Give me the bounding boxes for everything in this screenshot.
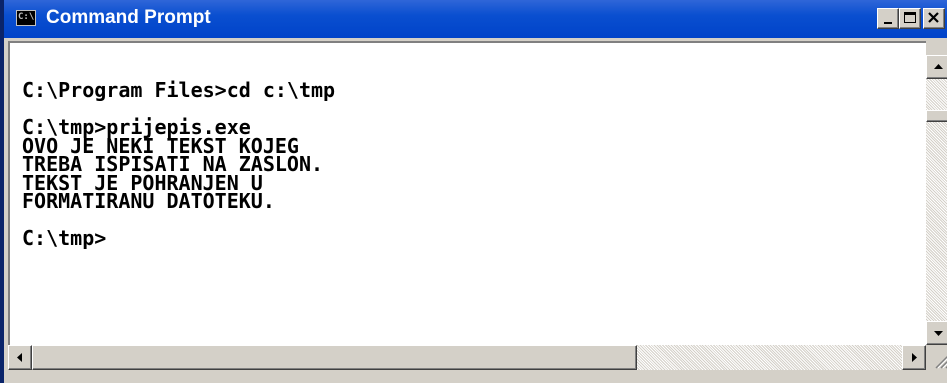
resize-grip-icon	[935, 355, 947, 369]
scroll-right-button[interactable]	[902, 345, 926, 370]
maximize-button[interactable]	[899, 8, 921, 29]
console-line: FORMATIRANU DATOTEKU.	[22, 189, 275, 213]
command-prompt-window: C:\ Command Prompt C:\Program Files>cd c…	[0, 0, 947, 383]
console-line: C:\tmp>	[22, 226, 107, 250]
command-prompt-icon[interactable]: C:\	[16, 10, 36, 26]
horizontal-scroll-thumb[interactable]	[32, 345, 637, 370]
arrow-up-icon	[934, 64, 943, 69]
title-bar[interactable]: C:\ Command Prompt	[4, 0, 947, 38]
close-icon	[928, 12, 939, 23]
window-bottom-border	[4, 370, 947, 383]
console-text: C:\Program Files>cd c:\tmp C:\tmp>prijepi…	[22, 78, 336, 250]
vertical-scrollbar[interactable]	[926, 55, 947, 345]
vertical-scroll-thumb[interactable]	[926, 110, 947, 122]
window-title: Command Prompt	[46, 7, 211, 28]
scroll-left-button[interactable]	[8, 345, 32, 370]
console-line: C:\Program Files>cd c:\tmp	[22, 78, 336, 102]
arrow-down-icon	[934, 331, 943, 336]
arrow-left-icon	[17, 353, 22, 362]
scroll-up-button[interactable]	[926, 55, 947, 79]
scroll-down-button[interactable]	[926, 321, 947, 345]
resize-grip[interactable]	[926, 345, 947, 370]
console-output-area[interactable]: C:\Program Files>cd c:\tmp C:\tmp>prijepi…	[8, 41, 926, 345]
arrow-right-icon	[912, 353, 917, 362]
close-button[interactable]	[923, 8, 945, 29]
minimize-button[interactable]	[877, 8, 899, 29]
horizontal-scrollbar[interactable]	[8, 345, 926, 370]
